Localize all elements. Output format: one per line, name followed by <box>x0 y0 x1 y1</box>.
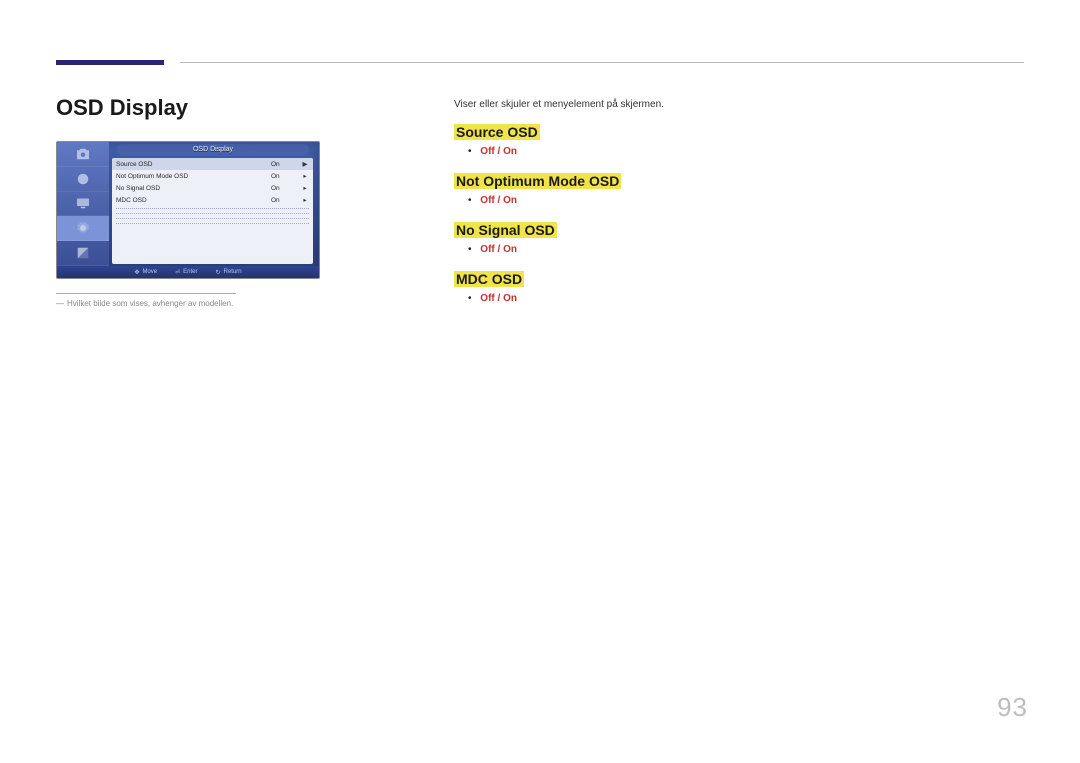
osd-row-not-optimum: Not Optimum Mode OSD On ▸ <box>112 170 313 182</box>
option-source-osd: • Off / On <box>468 146 1024 157</box>
return-hint: ↻Return <box>216 269 242 276</box>
osd-row-value: On <box>271 161 301 168</box>
osd-row-mdc: MDC OSD On ▸ <box>112 194 313 206</box>
enter-icon: ⏎ <box>175 269 180 276</box>
osd-row-no-signal: No Signal OSD On ▸ <box>112 182 313 194</box>
sphere-icon <box>57 167 109 192</box>
halftone-icon <box>57 241 109 266</box>
intro-text: Viser eller skjuler et menyelement på sk… <box>454 99 1024 110</box>
osd-row-label: No Signal OSD <box>116 185 271 192</box>
osd-row-label: MDC OSD <box>116 197 271 204</box>
heading-not-optimum-osd: Not Optimum Mode OSD <box>454 173 621 189</box>
osd-sidebar <box>57 142 109 266</box>
heading-source-osd: Source OSD <box>454 124 540 140</box>
osd-bottom-bar: ✥Move ⏎Enter ↻Return <box>57 266 319 278</box>
camera-icon <box>57 142 109 167</box>
return-icon: ↻ <box>216 269 221 276</box>
chevron-right-icon: ▶ <box>301 160 309 168</box>
osd-row-source: Source OSD On ▶ <box>112 158 313 170</box>
option-no-signal-osd: • Off / On <box>468 244 1024 255</box>
right-column: Viser eller skjuler et menyelement på sk… <box>454 99 1024 320</box>
gear-icon <box>57 216 109 241</box>
move-hint: ✥Move <box>134 269 157 276</box>
osd-row-value: On <box>271 173 301 180</box>
osd-separator <box>112 206 313 224</box>
annotation-rule <box>56 293 236 294</box>
section-title: OSD Display <box>56 95 336 121</box>
annotation-text: ―Hvilket bilde som vises, avhenger av mo… <box>56 298 336 309</box>
header-accent <box>56 60 164 65</box>
dpad-icon: ✥ <box>134 269 139 276</box>
osd-row-label: Source OSD <box>116 161 271 168</box>
heading-mdc-osd: MDC OSD <box>454 271 524 287</box>
chevron-right-icon: ▸ <box>301 196 309 204</box>
dash-icon: ― <box>56 299 63 308</box>
header-rule <box>180 62 1024 63</box>
osd-row-label: Not Optimum Mode OSD <box>116 173 271 180</box>
chevron-right-icon: ▸ <box>301 172 309 180</box>
monitor-icon <box>57 192 109 217</box>
page-number: 93 <box>997 692 1028 723</box>
option-not-optimum-osd: • Off / On <box>468 195 1024 206</box>
osd-row-value: On <box>271 185 301 192</box>
left-column: OSD Display OSD Display Source OSD On <box>56 95 336 309</box>
heading-no-signal-osd: No Signal OSD <box>454 222 557 238</box>
osd-panel-title: OSD Display <box>117 144 309 156</box>
enter-hint: ⏎Enter <box>175 269 197 276</box>
osd-panel: Source OSD On ▶ Not Optimum Mode OSD On … <box>112 158 313 264</box>
chevron-right-icon: ▸ <box>301 184 309 192</box>
osd-row-value: On <box>271 197 301 204</box>
option-mdc-osd: • Off / On <box>468 293 1024 304</box>
osd-screenshot: OSD Display Source OSD On ▶ Not Optimum … <box>56 141 320 279</box>
